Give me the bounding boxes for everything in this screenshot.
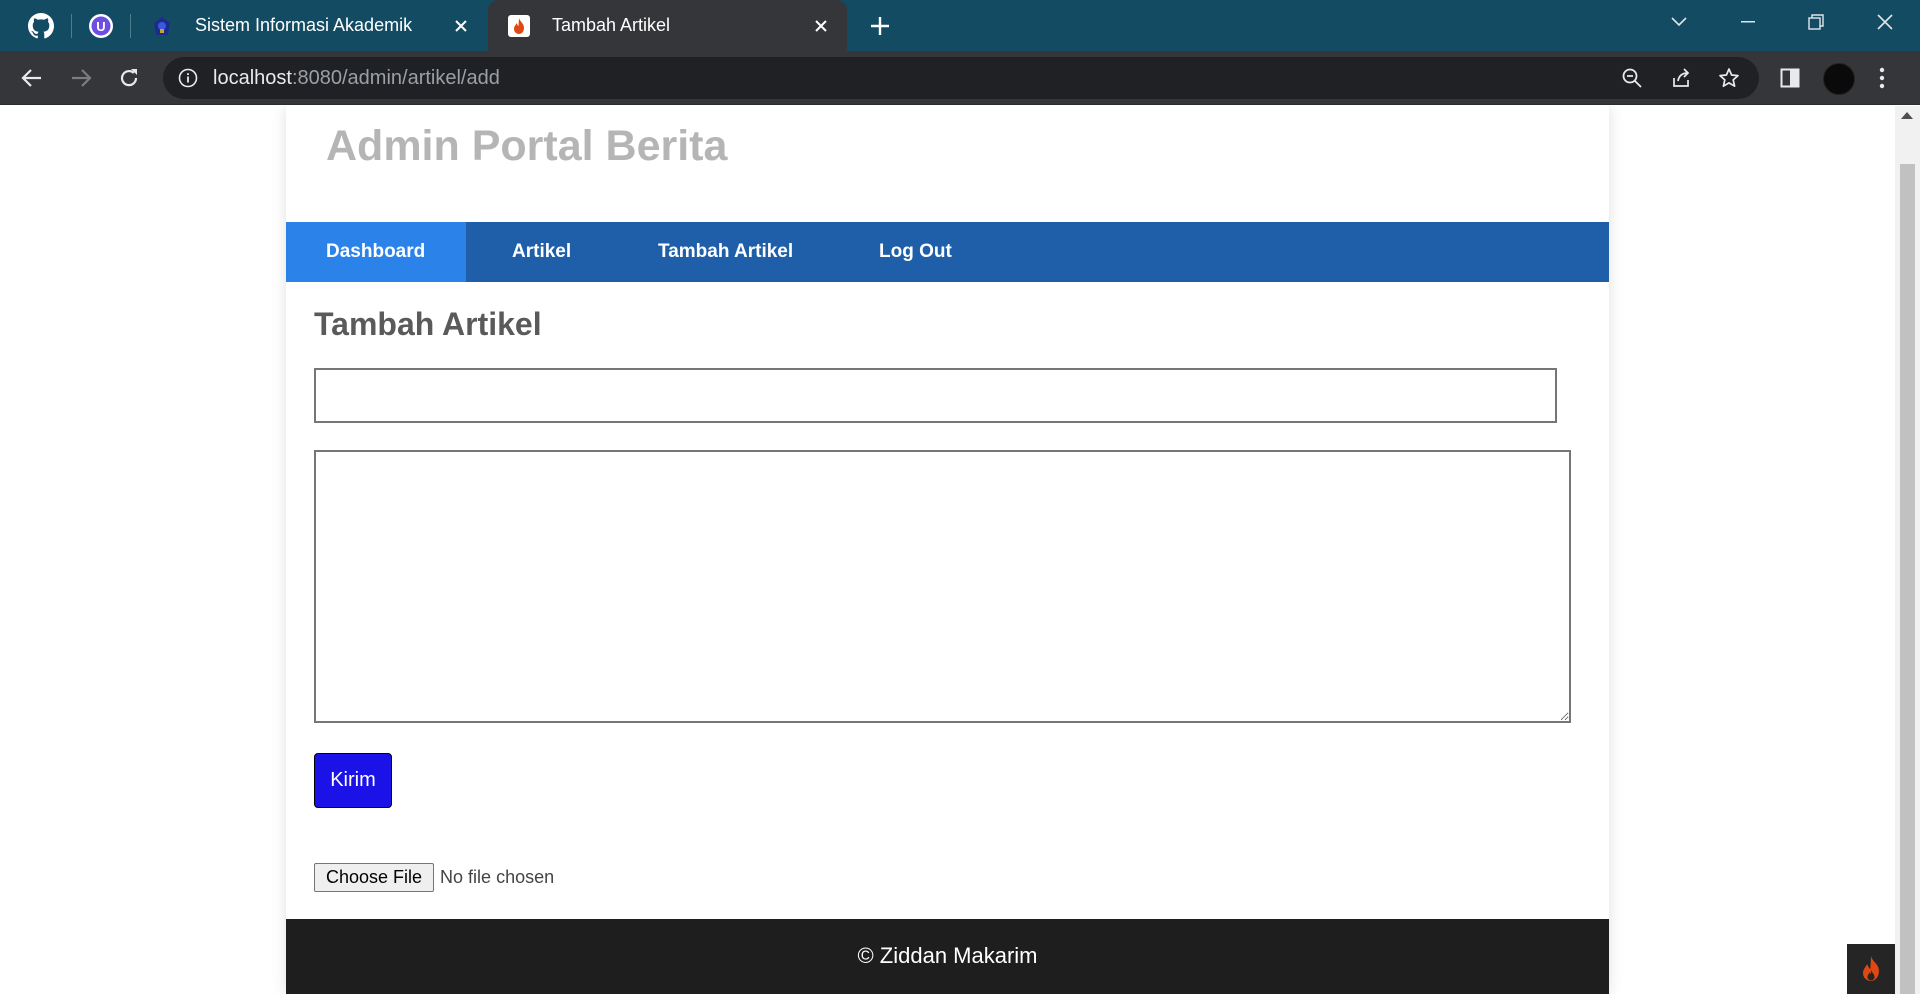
nav-artikel[interactable]: Artikel — [512, 222, 571, 282]
profile-avatar[interactable] — [1823, 63, 1855, 95]
side-panel-button[interactable] — [1774, 62, 1806, 94]
plus-icon — [871, 17, 889, 35]
scroll-up-arrow-icon[interactable] — [1901, 112, 1913, 119]
restore-button[interactable] — [1788, 0, 1844, 43]
url-path: :8080/admin/artikel/add — [291, 67, 500, 89]
browser-toolbar: localhost:8080/admin/artikel/add — [0, 51, 1920, 105]
nav-log-out[interactable]: Log Out — [879, 222, 952, 282]
minimize-icon — [1741, 20, 1755, 22]
new-tab-button[interactable] — [864, 10, 896, 42]
minimize-button[interactable] — [1720, 0, 1776, 43]
nav-dashboard[interactable]: Dashboard — [286, 222, 466, 282]
debug-toolbar-toggle[interactable] — [1847, 944, 1895, 994]
scrollbar-thumb[interactable] — [1900, 164, 1915, 994]
chevron-down-icon — [1671, 16, 1687, 26]
article-content-textarea[interactable] — [314, 450, 1571, 723]
tab-title: Tambah Artikel — [552, 15, 671, 35]
url-host: localhost — [213, 67, 292, 89]
codeigniter-flame-icon — [508, 14, 530, 37]
close-tab-icon[interactable] — [449, 14, 473, 38]
tab-tambah-artikel[interactable]: Tambah Artikel — [488, 0, 847, 51]
star-bookmark-icon[interactable] — [1713, 62, 1745, 94]
reload-icon — [120, 69, 138, 87]
back-button[interactable] — [16, 62, 48, 94]
more-vertical-icon — [1879, 67, 1885, 89]
svg-text:U: U — [96, 19, 105, 34]
main-navbar: Dashboard Artikel Tambah Artikel Log Out — [286, 222, 1609, 282]
page-container: Admin Portal Berita Dashboard Artikel Ta… — [286, 106, 1609, 994]
forward-button[interactable] — [65, 62, 97, 94]
footer-text: © Ziddan Makarim — [857, 943, 1038, 968]
choose-file-button[interactable]: Choose File — [314, 862, 435, 892]
site-title: Admin Portal Berita — [326, 122, 728, 170]
file-upload: Choose File No file chosen — [314, 862, 554, 892]
close-window-button[interactable] — [1857, 0, 1913, 43]
side-panel-icon — [1780, 68, 1800, 88]
reload-button[interactable] — [113, 62, 145, 94]
github-icon — [28, 13, 54, 39]
codeigniter-flame-icon — [1863, 956, 1879, 981]
kirim-button[interactable]: Kirim — [314, 753, 392, 808]
page-footer: © Ziddan Makarim — [286, 919, 1609, 994]
share-icon[interactable] — [1665, 62, 1697, 94]
nav-tambah-artikel[interactable]: Tambah Artikel — [658, 222, 793, 282]
close-tab-icon[interactable] — [809, 14, 833, 38]
page-heading: Tambah Artikel — [314, 306, 542, 342]
arrow-left-icon — [21, 69, 41, 87]
menu-button[interactable] — [1866, 62, 1898, 94]
u-logo-icon: U — [89, 14, 113, 38]
tab-sistem-informasi[interactable]: Sistem Informasi Akademik — [131, 0, 487, 51]
url-text[interactable]: localhost:8080/admin/artikel/add — [213, 57, 500, 99]
vertical-scrollbar[interactable] — [1895, 106, 1920, 994]
pinned-tab-github[interactable] — [23, 9, 59, 43]
restore-icon — [1808, 13, 1824, 30]
tab-title: Sistem Informasi Akademik — [195, 15, 413, 35]
zoom-out-icon[interactable] — [1616, 62, 1648, 94]
tab-search-button[interactable] — [1651, 0, 1707, 43]
close-icon — [1877, 13, 1893, 30]
article-title-input[interactable] — [314, 368, 1557, 423]
arrow-right-icon — [72, 69, 92, 87]
pinned-tab-u[interactable]: U — [83, 9, 119, 43]
page-viewport: Admin Portal Berita Dashboard Artikel Ta… — [0, 106, 1920, 994]
university-logo-icon — [151, 15, 173, 37]
info-icon[interactable] — [177, 67, 199, 89]
tab-separator — [71, 14, 72, 38]
browser-tab-bar: U Sistem Informasi Akademik Tambah Artik… — [0, 0, 1920, 51]
file-status-text: No file chosen — [440, 866, 555, 887]
address-bar[interactable]: localhost:8080/admin/artikel/add — [163, 57, 1759, 99]
